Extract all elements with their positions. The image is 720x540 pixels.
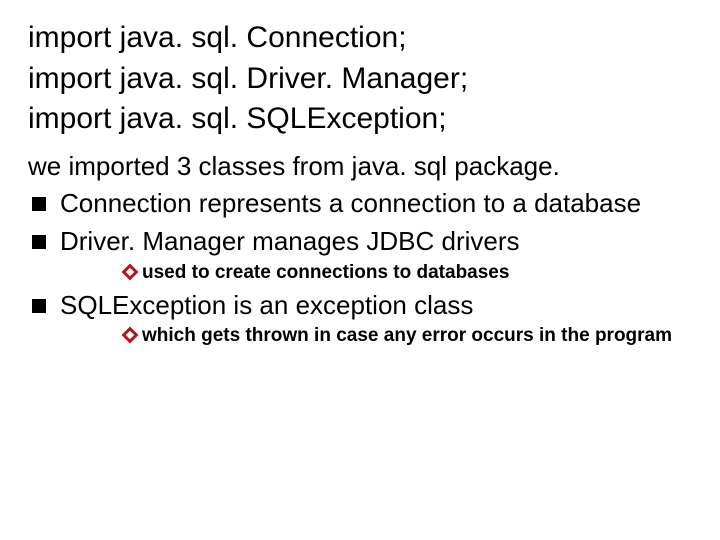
import-line: import java. sql. Driver. Manager; — [28, 59, 692, 100]
sub-bullet-item: which gets thrown in case any error occu… — [124, 324, 692, 348]
import-line: import java. sql. Connection; — [28, 18, 692, 59]
sub-bullet-item: used to create connections to databases — [124, 261, 692, 285]
import-prefix: import java. sql. — [28, 102, 246, 135]
square-bullet-icon — [32, 197, 46, 211]
import-suffix: ; — [398, 21, 406, 54]
slide-root: import java. sql. Connection; import jav… — [0, 0, 720, 370]
sub-bullet-text: used to create connections to databases — [142, 261, 509, 285]
bullet-text: SQLException is an exception class — [60, 289, 692, 323]
import-class: Connection — [246, 21, 398, 54]
import-prefix: import java. sql. — [28, 21, 246, 54]
import-class: Driver. Manager — [246, 62, 459, 95]
bullet-item: Connection represents a connection to a … — [32, 187, 692, 221]
import-prefix: import java. sql. — [28, 62, 246, 95]
lead-text: we imported 3 classes from java. sql pac… — [28, 150, 692, 184]
square-bullet-icon — [32, 299, 46, 313]
diamond-bullet-icon — [124, 266, 136, 278]
import-line: import java. sql. SQLException; — [28, 99, 692, 140]
import-suffix: ; — [438, 102, 446, 135]
explanation-block: we imported 3 classes from java. sql pac… — [28, 150, 692, 349]
diamond-bullet-icon — [124, 329, 136, 341]
bullet-item: SQLException is an exception class — [32, 289, 692, 323]
import-class: SQLException — [246, 102, 438, 135]
bullet-item: Driver. Manager manages JDBC drivers — [32, 225, 692, 259]
bullet-text: Driver. Manager manages JDBC drivers — [60, 225, 692, 259]
sub-bullet-text: which gets thrown in case any error occu… — [142, 324, 672, 348]
import-suffix: ; — [460, 62, 468, 95]
import-block: import java. sql. Connection; import jav… — [28, 18, 692, 140]
bullet-text: Connection represents a connection to a … — [60, 187, 692, 221]
square-bullet-icon — [32, 235, 46, 249]
